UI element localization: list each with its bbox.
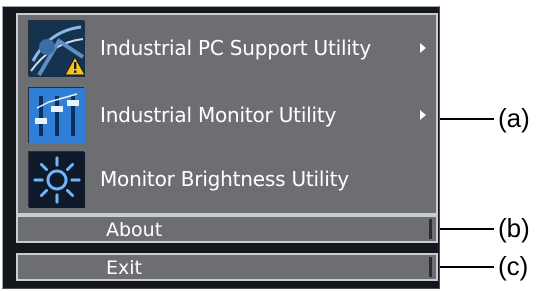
callout-label-b: (b): [498, 213, 530, 243]
tray-context-menu: Industrial PC Support Utility Industrial…: [2, 6, 440, 289]
menu-item-exit[interactable]: Exit: [16, 253, 438, 281]
callout-line-a: [440, 118, 494, 120]
menu-item-label: Industrial Monitor Utility: [100, 103, 337, 127]
item-edge: [429, 219, 432, 239]
menu-item-industrial-monitor-utility[interactable]: Industrial Monitor Utility: [28, 85, 434, 145]
monitor-sliders-icon: [28, 87, 85, 144]
menu-item-about[interactable]: About: [16, 215, 438, 243]
menu-item-label: Monitor Brightness Utility: [100, 167, 349, 191]
callout-line-c: [440, 266, 494, 268]
menu-item-industrial-pc-support-utility[interactable]: Industrial PC Support Utility: [28, 18, 434, 78]
exit-label: Exit: [106, 257, 142, 279]
utilities-group: Industrial PC Support Utility Industrial…: [16, 13, 438, 215]
submenu-arrow-icon: [420, 43, 426, 53]
callout-label-c: (c): [498, 251, 529, 281]
callout-line-b: [440, 228, 494, 230]
menu-item-monitor-brightness-utility[interactable]: Monitor Brightness Utility: [28, 149, 434, 209]
menu-item-label: Industrial PC Support Utility: [100, 36, 371, 60]
about-label: About: [106, 219, 163, 241]
brightness-sun-icon: [28, 151, 85, 208]
pc-support-warning-icon: [28, 20, 85, 77]
item-edge: [429, 257, 432, 277]
submenu-arrow-icon: [420, 110, 426, 120]
callout-label-a: (a): [498, 103, 530, 133]
